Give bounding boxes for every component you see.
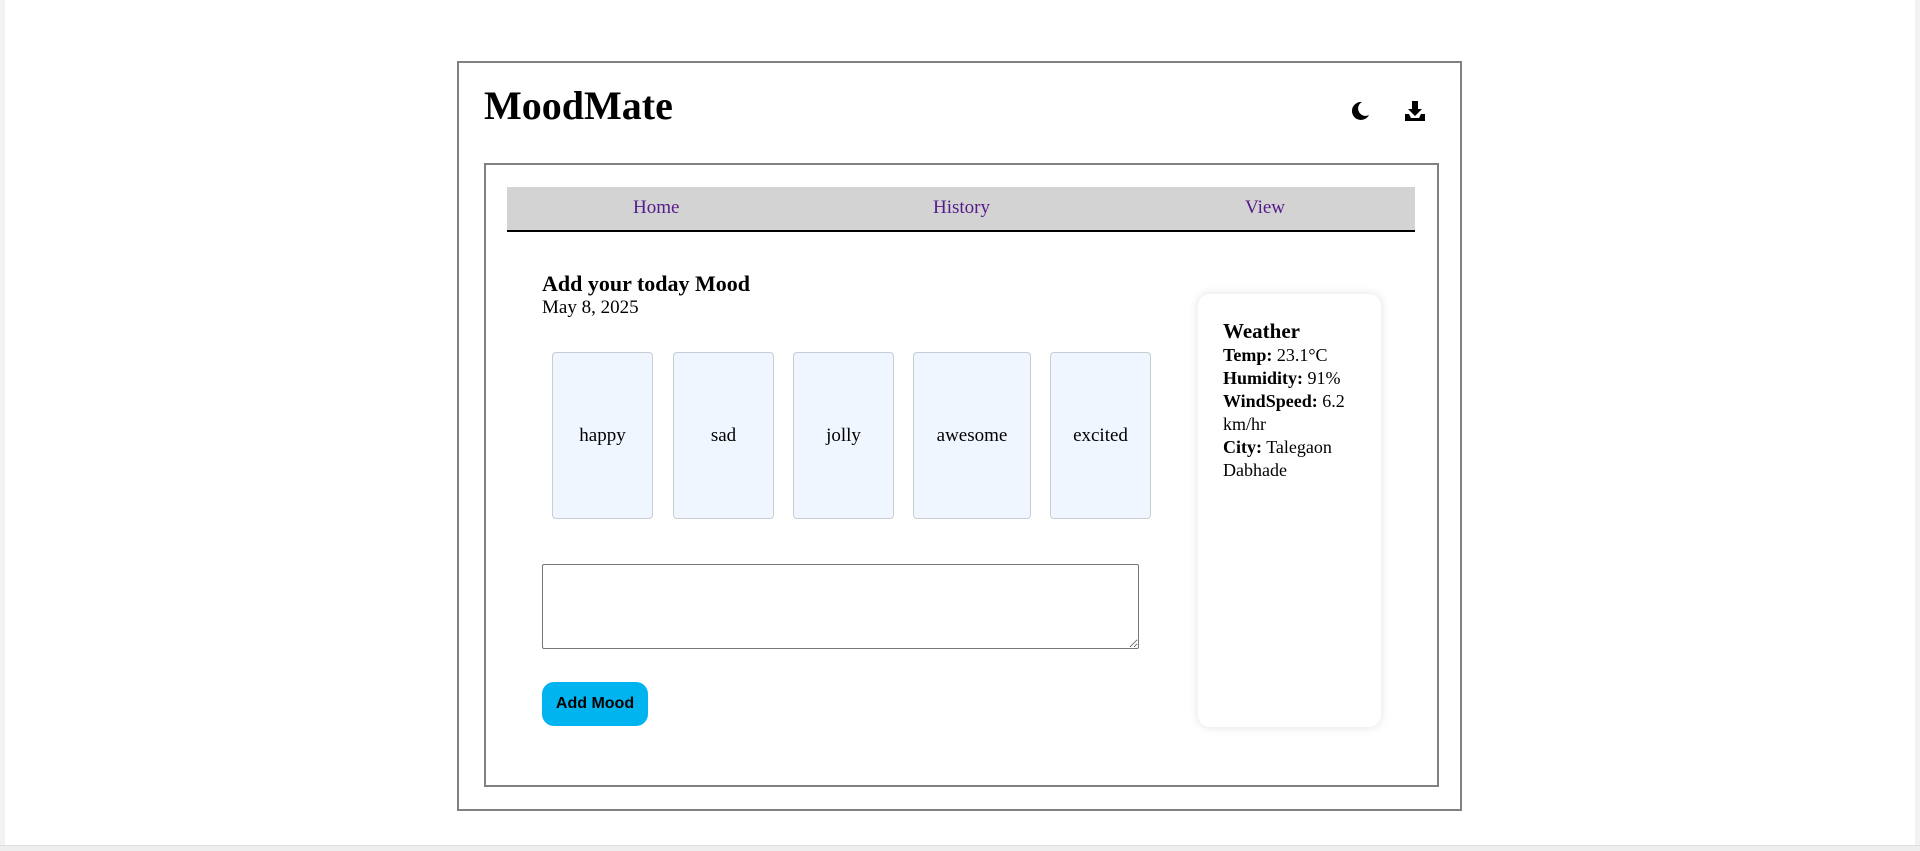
app-container: MoodMate Home History View Add your toda… [457,61,1462,811]
weather-temp-value: 23.1°C [1276,345,1328,366]
main-panel: Home History View Add your today Mood Ma… [484,163,1439,787]
weather-city-label: City: [1223,437,1262,458]
weather-card: Weather Temp: 23.1°C Humidity: 91% WindS… [1198,294,1381,727]
mood-option-awesome[interactable]: awesome [913,352,1031,519]
app-title: MoodMate [484,83,673,128]
moon-icon[interactable] [1347,98,1373,124]
weather-title: Weather [1223,319,1300,343]
mood-heading: Add your today Mood [542,271,751,296]
mood-option-jolly[interactable]: jolly [793,352,894,519]
weather-windspeed-label: WindSpeed: [1223,391,1318,412]
weather-temp: Temp: 23.1°C [1223,344,1361,367]
page-edge-bottom [0,845,1920,851]
page-edge-right [1915,0,1920,851]
nav-link-history[interactable]: History [933,197,990,219]
weather-windspeed: WindSpeed: 6.2 km/hr [1223,390,1361,436]
mood-option-happy[interactable]: happy [552,352,653,519]
mood-option-excited[interactable]: excited [1050,352,1151,519]
mood-date: May 8, 2025 [542,297,639,318]
nav-link-view[interactable]: View [1245,197,1285,219]
weather-city: City: Talegaon Dabhade [1223,436,1361,482]
weather-temp-label: Temp: [1223,345,1273,366]
mood-option-sad[interactable]: sad [673,352,774,519]
navbar: Home History View [507,187,1415,232]
weather-humidity: Humidity: 91% [1223,367,1361,390]
add-mood-button[interactable]: Add Mood [542,682,648,726]
mood-note-textarea[interactable] [542,564,1139,649]
download-icon[interactable] [1402,98,1428,124]
nav-link-home[interactable]: Home [633,197,679,219]
weather-humidity-value: 91% [1307,368,1341,389]
weather-humidity-label: Humidity: [1223,368,1304,389]
page-edge-left [0,0,5,851]
